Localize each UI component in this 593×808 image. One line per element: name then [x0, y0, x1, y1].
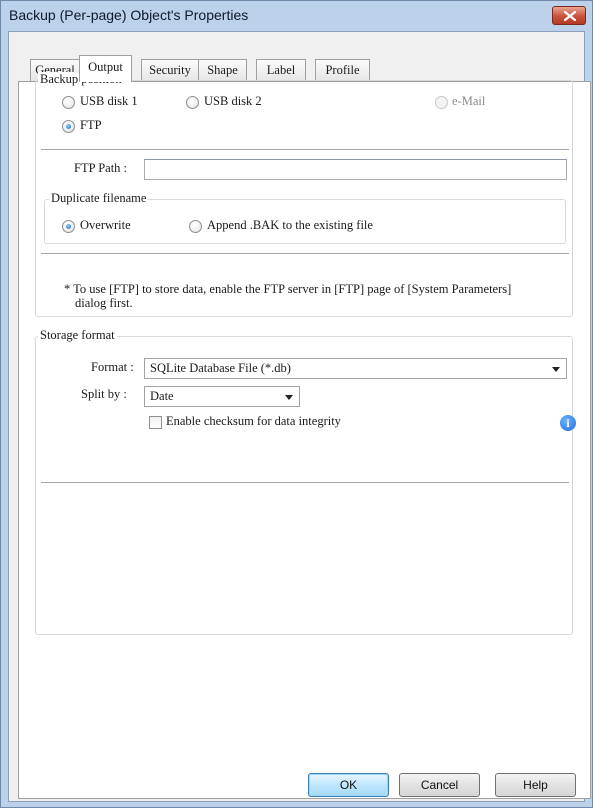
- ftp-path-label: FTP Path :: [74, 161, 128, 175]
- append-bak-label: Append .BAK to the existing file: [207, 218, 373, 232]
- ftp-note-line-1: * To use [FTP] to store data, enable the…: [64, 282, 512, 296]
- tab-label[interactable]: Label: [256, 59, 306, 81]
- usb-disk-1-radio[interactable]: [62, 96, 75, 109]
- separator: [41, 149, 569, 150]
- overwrite-radio[interactable]: [62, 220, 75, 233]
- storage-format-group: [35, 336, 573, 635]
- overwrite-label: Overwrite: [80, 218, 131, 232]
- format-value: SQLite Database File (*.db): [150, 361, 291, 375]
- ok-button[interactable]: OK: [308, 773, 389, 797]
- ftp-label: FTP: [80, 118, 102, 132]
- ftp-note-line-2: dialog first.: [75, 296, 133, 310]
- separator: [41, 253, 569, 254]
- split-by-dropdown[interactable]: Date: [144, 386, 300, 407]
- title-bar[interactable]: Backup (Per-page) Object's Properties: [1, 1, 592, 31]
- dialog-title: Backup (Per-page) Object's Properties: [9, 7, 249, 23]
- checksum-checkbox[interactable]: [149, 416, 162, 429]
- email-radio[interactable]: [435, 96, 448, 109]
- dialog-client-area: General Output Security Shape Label Prof…: [8, 31, 591, 802]
- split-by-label: Split by :: [81, 387, 127, 401]
- chevron-down-icon: [285, 395, 293, 400]
- separator: [41, 482, 569, 483]
- chevron-down-icon: [552, 367, 560, 372]
- usb-disk-2-label: USB disk 2: [204, 94, 262, 108]
- dialog-window: Backup (Per-page) Object's Properties Ge…: [0, 0, 593, 808]
- format-label: Format :: [91, 360, 134, 374]
- cancel-button[interactable]: Cancel: [399, 773, 480, 797]
- tab-shape[interactable]: Shape: [198, 59, 247, 81]
- usb-disk-1-label: USB disk 1: [80, 94, 138, 108]
- close-icon: [564, 11, 576, 21]
- format-dropdown[interactable]: SQLite Database File (*.db): [144, 358, 567, 379]
- email-label: e-Mail: [452, 94, 486, 108]
- duplicate-filename-legend: Duplicate filename: [49, 191, 149, 206]
- tab-panel-output: Backup position USB disk 1 USB disk 2 e-…: [18, 72, 591, 799]
- checksum-label: Enable checksum for data integrity: [166, 414, 341, 428]
- storage-format-legend: Storage format: [38, 328, 117, 343]
- tab-output[interactable]: Output: [79, 55, 132, 82]
- tab-profile[interactable]: Profile: [315, 59, 370, 81]
- split-by-value: Date: [150, 389, 174, 403]
- append-bak-radio[interactable]: [189, 220, 202, 233]
- ftp-radio[interactable]: [62, 120, 75, 133]
- close-button[interactable]: [552, 6, 586, 25]
- tab-security[interactable]: Security: [141, 59, 199, 81]
- help-button[interactable]: Help: [495, 773, 576, 797]
- ftp-path-input[interactable]: [144, 159, 567, 180]
- info-icon[interactable]: i: [560, 415, 576, 431]
- usb-disk-2-radio[interactable]: [186, 96, 199, 109]
